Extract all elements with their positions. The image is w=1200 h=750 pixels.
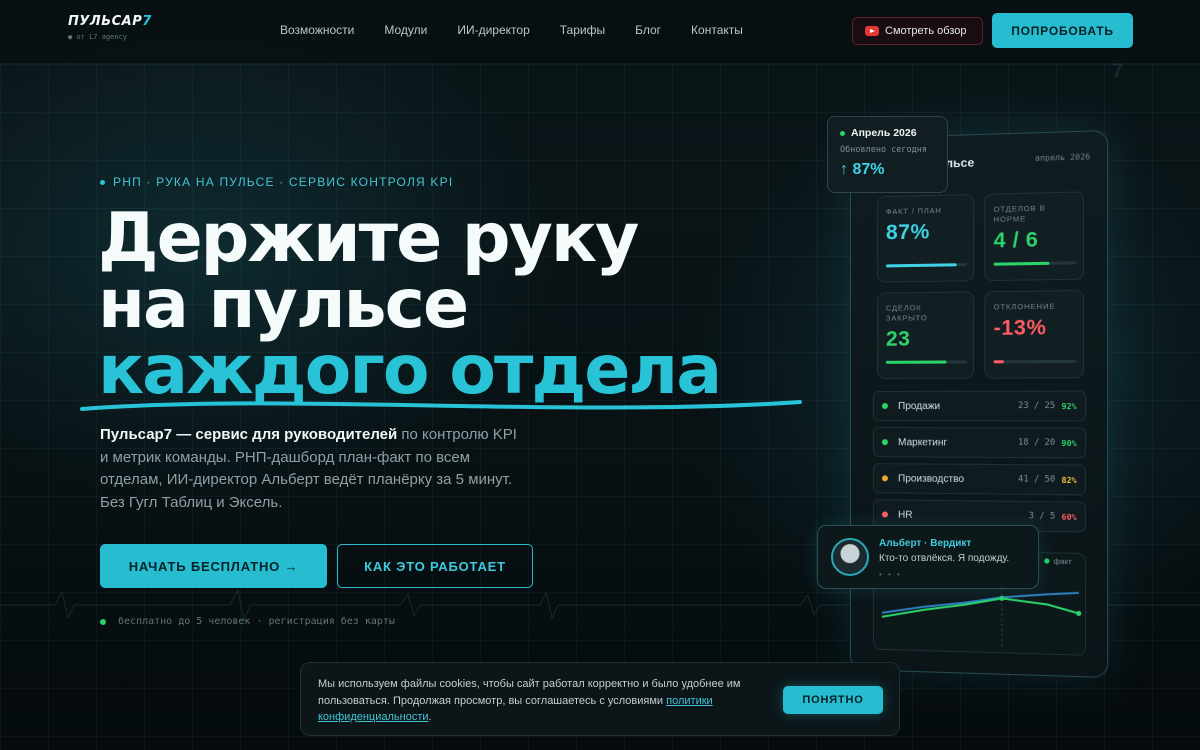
kpi-bar-fill: [885, 360, 947, 364]
kpi-value: 23: [885, 327, 911, 351]
cookie-banner: Мы используем файлы cookies, чтобы сайт …: [300, 662, 900, 736]
eyebrow-dot-icon: [100, 179, 105, 185]
kpi-bar: [885, 263, 967, 268]
status-dot-icon: [881, 511, 888, 518]
department-percent: 92%: [1061, 401, 1077, 411]
department-count: 18 / 20: [1018, 437, 1056, 449]
hero-note: бесплатно до 5 человек · регистрация без…: [100, 616, 395, 627]
watch-review-label: Смотреть обзор: [885, 25, 967, 37]
department-name: Производство: [898, 472, 965, 485]
chart-legend: факт: [1044, 556, 1072, 567]
kpi-label: ФАКТ / ПЛАН: [885, 205, 942, 217]
department-row-marketing[interactable]: Маркетинг 18 / 20 90%: [872, 427, 1087, 459]
logo-subtitle: ● от L7 agency: [68, 33, 128, 41]
albert-avatar: [831, 538, 869, 576]
department-percent: 82%: [1061, 475, 1077, 485]
kpi-card-fact-plan: ФАКТ / ПЛАН 87%: [876, 194, 975, 283]
verdict-title: Альберт · Вердикт: [879, 538, 972, 549]
kpi-label: ОТКЛОНЕНИЕ: [993, 301, 1056, 312]
dashboard-mockup: пульсе апрель 2026 ФАКТ / ПЛАН 87% ОТДЕЛ…: [850, 129, 1109, 679]
kpi-card-departments-ok: ОТДЕЛОВ В НОРМЕ 4 / 6: [984, 191, 1084, 282]
typing-dots-icon: • • •: [879, 570, 902, 579]
status-dot-icon: [881, 475, 888, 482]
hero-description-bold: Пульсар7 — сервис для руководителей: [100, 426, 398, 443]
department-name: HR: [898, 509, 913, 521]
status-dot-icon: [840, 130, 845, 136]
hero-eyebrow: РНП · РУКА НА ПУЛЬСЕ · СЕРВИС КОНТРОЛЯ K…: [100, 175, 453, 189]
department-row-production[interactable]: Производство 41 / 50 82%: [872, 463, 1087, 496]
nav-link-contacts[interactable]: Контакты: [691, 23, 743, 37]
month-value: ↑ 87%: [840, 161, 885, 178]
kpi-value: 4 / 6: [993, 228, 1039, 253]
youtube-play-icon: [865, 26, 879, 36]
legend-label: факт: [1053, 556, 1072, 567]
hero-title-accent: каждого отдела: [98, 331, 722, 410]
nav-link-features[interactable]: Возможности: [280, 23, 354, 37]
department-name: Продажи: [898, 400, 941, 412]
status-dot-icon: [100, 618, 106, 625]
hero-note-text: бесплатно до 5 человек · регистрация без…: [118, 616, 395, 627]
kpi-bar-fill: [993, 360, 1005, 364]
hero-title: Держите руку на пульсе каждого отдела: [98, 199, 722, 410]
verdict-text: Кто-то отвлёкся. Я подожду.: [879, 553, 1010, 564]
kpi-value: 87%: [885, 220, 930, 245]
kpi-card-deviation: ОТКЛОНЕНИЕ -13%: [984, 289, 1084, 379]
kpi-label: СДЕЛОК ЗАКРЫТО: [885, 303, 928, 323]
department-percent: 90%: [1061, 438, 1077, 448]
hero-description: Пульсар7 — сервис для руководителей по к…: [100, 424, 520, 514]
department-row-sales[interactable]: Продажи 23 / 25 92%: [872, 390, 1087, 422]
legend-dot-icon: [1044, 558, 1050, 564]
plan-line: [882, 589, 1079, 618]
dashboard-date: апрель 2026: [1034, 152, 1091, 163]
department-percent: 60%: [1061, 512, 1077, 522]
top-nav: ПУЛЬСАР7 ● от L7 agency Возможности Моду…: [0, 0, 1200, 64]
month-updated: Обновлено сегодня: [840, 145, 927, 155]
kpi-card-deals-closed: СДЕЛОК ЗАКРЫТО 23: [876, 291, 975, 379]
department-count: 3 / 5: [1028, 511, 1056, 522]
nav-link-blog[interactable]: Блог: [635, 23, 661, 37]
kpi-label: ОТДЕЛОВ В НОРМЕ: [993, 203, 1046, 225]
nav-link-modules[interactable]: Модули: [384, 23, 427, 37]
department-count: 23 / 25: [1018, 400, 1056, 412]
cookie-text: Мы используем файлы cookies, чтобы сайт …: [318, 678, 741, 723]
nav-link-ai-director[interactable]: ИИ-директор: [457, 23, 529, 37]
kpi-value: -13%: [993, 316, 1047, 340]
cookie-accept-button[interactable]: ПОНЯТНО: [783, 686, 883, 714]
hero-underline-decoration: [80, 400, 802, 411]
how-it-works-button[interactable]: КАК ЭТО РАБОТАЕТ: [337, 544, 533, 588]
eyebrow-text: РНП · РУКА НА ПУЛЬСЕ · СЕРВИС КОНТРОЛЯ K…: [113, 175, 454, 189]
ai-verdict-card: Альберт · Вердикт Кто-то отвлёкся. Я под…: [817, 525, 1039, 589]
kpi-bar: [885, 360, 967, 364]
chart-point: [1076, 610, 1082, 617]
try-button[interactable]: ПОПРОБОВАТЬ: [992, 13, 1133, 48]
kpi-bar: [993, 261, 1077, 266]
watch-review-button[interactable]: Смотреть обзор: [852, 17, 983, 45]
kpi-bar-fill: [993, 261, 1050, 266]
logo-wordmark: ПУЛЬСАР7: [68, 14, 152, 29]
status-dot-icon: [881, 439, 888, 446]
month-title: Апрель 2026: [840, 127, 935, 139]
nav-links: Возможности Модули ИИ-директор Тарифы Бл…: [280, 23, 743, 37]
status-dot-icon: [881, 402, 888, 410]
nav-link-pricing[interactable]: Тарифы: [560, 23, 605, 37]
department-count: 41 / 50: [1018, 474, 1056, 485]
start-free-button[interactable]: НАЧАТЬ БЕСПЛАТНО →: [100, 544, 327, 588]
kpi-bar: [993, 359, 1077, 364]
hero-title-line1: Держите руку: [98, 199, 639, 278]
department-name: Маркетинг: [898, 436, 948, 448]
kpi-bar-fill: [885, 263, 957, 268]
hero-title-line2: на пульсе: [98, 265, 469, 344]
month-summary-card: Апрель 2026 Обновлено сегодня ↑ 87%: [827, 116, 948, 193]
month-title-text: Апрель 2026: [851, 127, 917, 139]
logo[interactable]: ПУЛЬСАР7 ● от L7 agency: [68, 14, 152, 41]
